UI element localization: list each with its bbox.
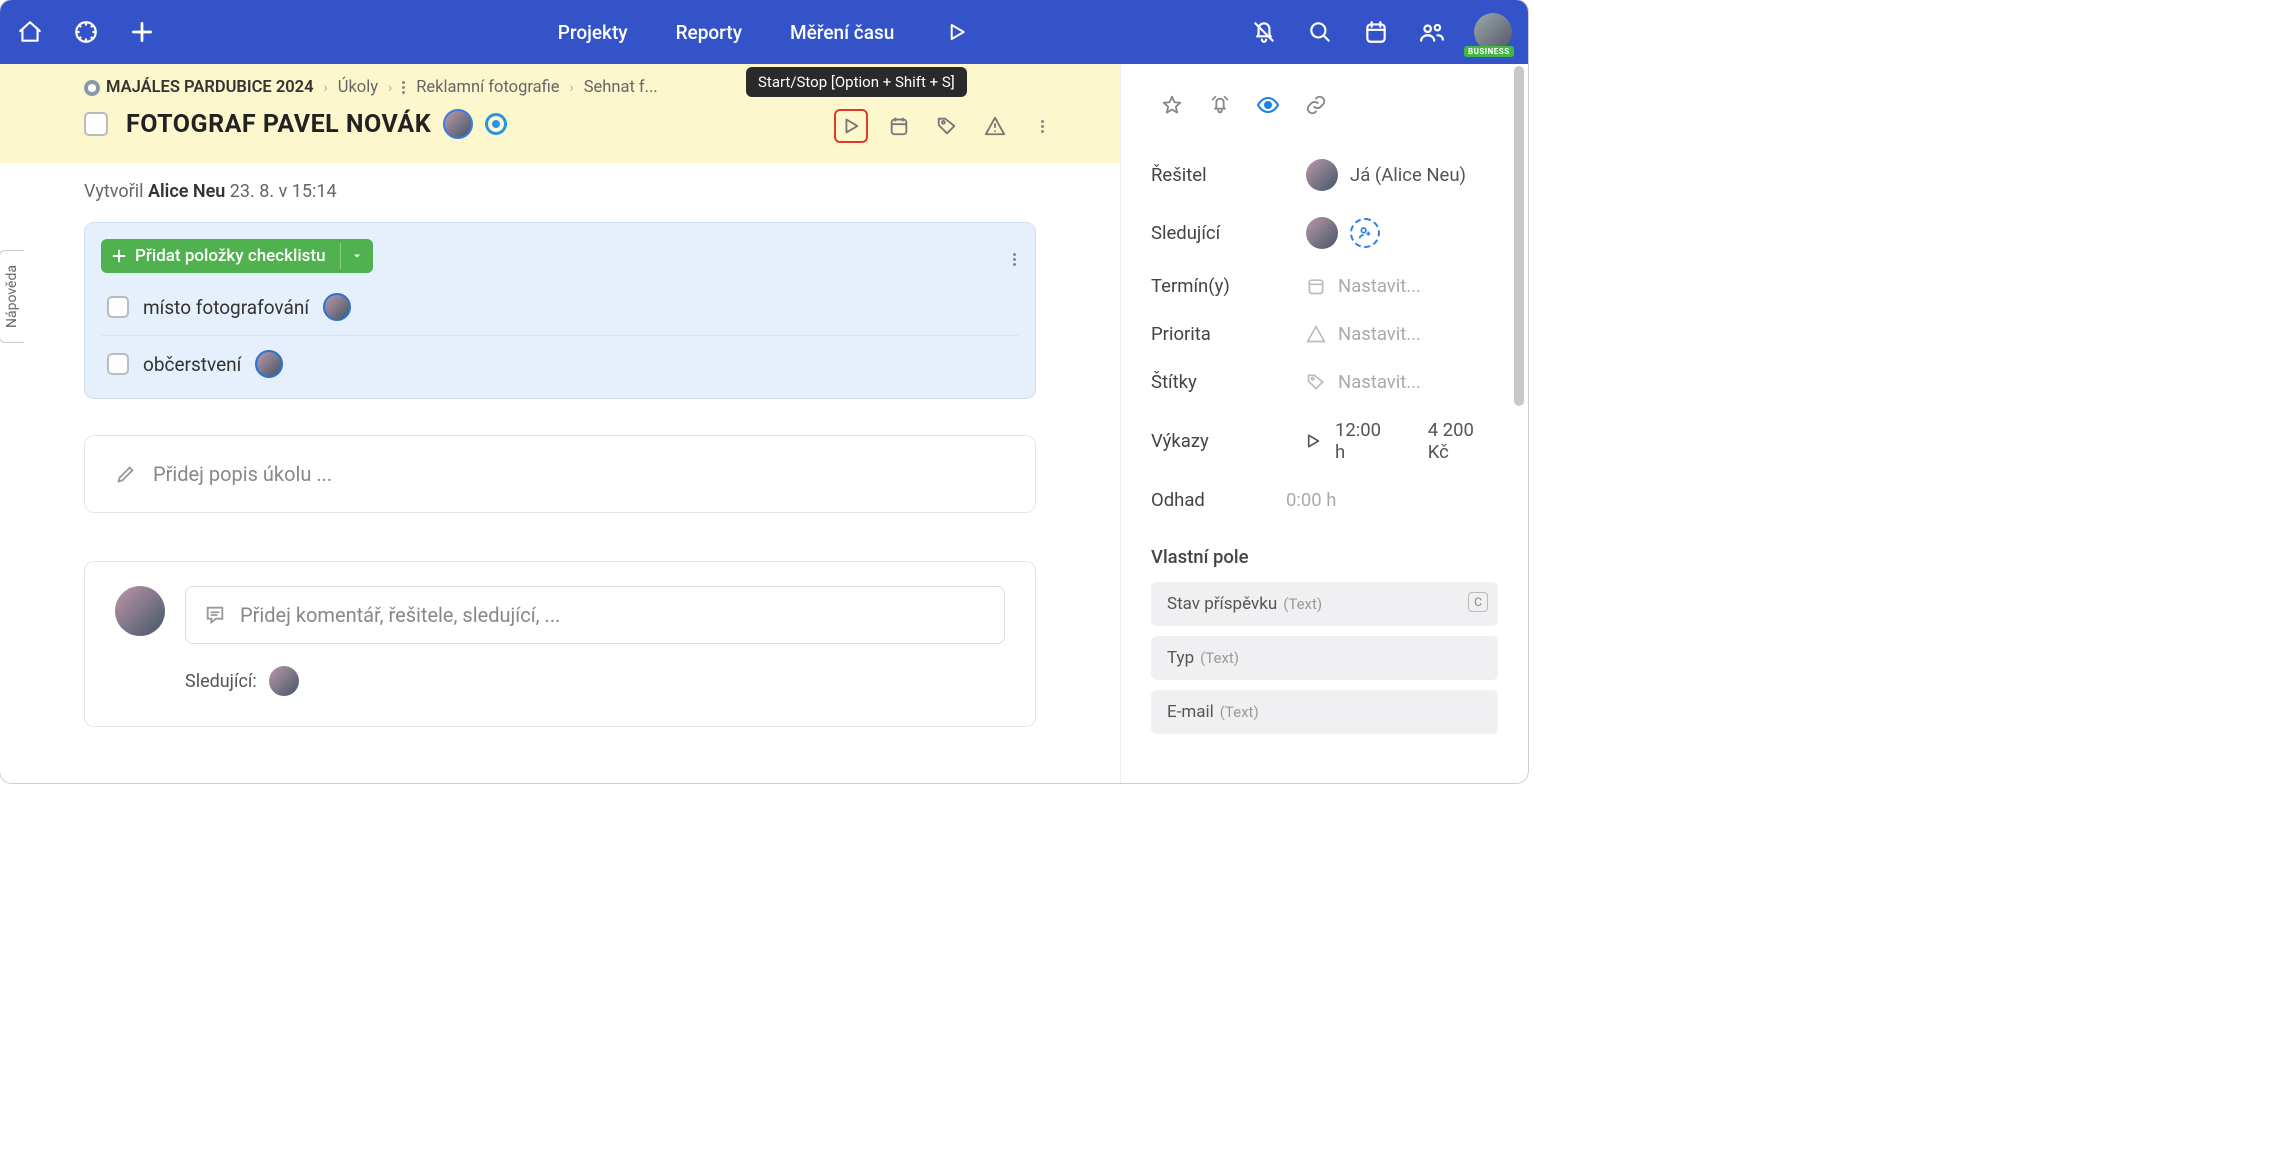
chevron-right-icon: › bbox=[388, 80, 392, 96]
reports-value[interactable]: 12:00 h 4 200 Kč bbox=[1303, 419, 1498, 463]
custom-fields-heading: Vlastní pole bbox=[1151, 546, 1498, 568]
estimate-value[interactable]: 0:00 h bbox=[1286, 489, 1336, 511]
notifications-icon[interactable] bbox=[1250, 18, 1278, 46]
link-icon[interactable] bbox=[1303, 92, 1329, 118]
comment-followers: Sledující: bbox=[185, 666, 1005, 696]
main-panel: MAJÁLES PARDUBICE 2024 › Úkoly › Reklamn… bbox=[0, 64, 1120, 783]
tag-icon bbox=[1306, 372, 1326, 392]
home-icon[interactable] bbox=[16, 18, 44, 46]
nav-projects[interactable]: Projekty bbox=[558, 21, 628, 44]
assignee-avatar[interactable] bbox=[443, 109, 473, 139]
tooltip: Start/Stop [Option + Shift + S] bbox=[746, 67, 967, 97]
dates-label: Termín(y) bbox=[1151, 275, 1306, 297]
tags-label: Štítky bbox=[1151, 371, 1306, 393]
comment-input[interactable]: Přidej komentář, řešitele, sledující, ..… bbox=[185, 586, 1005, 644]
priority-value[interactable]: Nastavit... bbox=[1306, 323, 1421, 345]
checklist-item-avatar[interactable] bbox=[323, 293, 351, 321]
add-checklist-button[interactable]: Přidat položky checklistu bbox=[101, 239, 373, 273]
avatar bbox=[1306, 159, 1338, 191]
settings-wheel-icon[interactable] bbox=[72, 18, 100, 46]
checklist-item-label: místo fotografování bbox=[143, 296, 309, 319]
comment-card: Přidej komentář, řešitele, sledující, ..… bbox=[84, 561, 1036, 727]
assignee-label: Řešitel bbox=[1151, 164, 1306, 186]
calendar-button[interactable] bbox=[882, 109, 916, 143]
custom-field[interactable]: Typ(Text) bbox=[1151, 636, 1498, 680]
custom-field[interactable]: E-mail(Text) bbox=[1151, 690, 1498, 734]
reports-label: Výkazy bbox=[1151, 430, 1303, 452]
nav-center: Projekty Reporty Měření času bbox=[558, 18, 971, 46]
star-icon[interactable] bbox=[1159, 92, 1185, 118]
status-dot-icon[interactable] bbox=[485, 113, 507, 135]
user-avatar bbox=[115, 586, 165, 636]
chevron-right-icon: › bbox=[324, 80, 328, 96]
custom-field[interactable]: Stav příspěvku(Text) C bbox=[1151, 582, 1498, 626]
side-panel: Řešitel Já (Alice Neu) Sledující Termín(… bbox=[1120, 64, 1528, 783]
checklist: Přidat položky checklistu místo fotograf… bbox=[84, 222, 1036, 399]
reminder-icon[interactable] bbox=[1207, 92, 1233, 118]
comment-icon bbox=[204, 604, 226, 626]
checklist-item[interactable]: občerstvení bbox=[101, 340, 1019, 388]
follower-avatar[interactable] bbox=[269, 666, 299, 696]
add-checklist-dropdown[interactable] bbox=[340, 243, 373, 269]
add-follower-button[interactable] bbox=[1350, 218, 1380, 248]
scrollbar[interactable] bbox=[1514, 66, 1526, 781]
followers-label: Sledující bbox=[1151, 222, 1306, 244]
add-icon[interactable] bbox=[128, 18, 156, 46]
checklist-item-avatar[interactable] bbox=[255, 350, 283, 378]
checklist-item-label: občerstvení bbox=[143, 353, 241, 376]
tags-value[interactable]: Nastavit... bbox=[1306, 371, 1421, 393]
priority-button[interactable] bbox=[978, 109, 1012, 143]
created-meta: Vytvořil Alice Neu 23. 8. v 15:14 bbox=[0, 163, 1120, 202]
assignee-value[interactable]: Já (Alice Neu) bbox=[1306, 159, 1466, 191]
nav-timetracking[interactable]: Měření času bbox=[790, 21, 894, 44]
description-input[interactable]: Přidej popis úkolu ... bbox=[84, 435, 1036, 513]
warning-icon bbox=[1306, 324, 1326, 344]
tag-button[interactable] bbox=[930, 109, 964, 143]
top-nav: Projekty Reporty Měření času BUSINESS bbox=[0, 0, 1528, 64]
breadcrumb-project[interactable]: MAJÁLES PARDUBICE 2024 bbox=[84, 78, 314, 97]
calendar-icon bbox=[1306, 276, 1326, 296]
people-icon[interactable] bbox=[1418, 18, 1446, 46]
task-header: MAJÁLES PARDUBICE 2024 › Úkoly › Reklamn… bbox=[0, 64, 1120, 163]
search-icon[interactable] bbox=[1306, 18, 1334, 46]
calendar-icon[interactable] bbox=[1362, 18, 1390, 46]
follower-avatar[interactable] bbox=[1306, 217, 1338, 249]
user-avatar[interactable]: BUSINESS bbox=[1474, 13, 1512, 51]
more-icon[interactable] bbox=[402, 81, 406, 94]
checklist-item-checkbox[interactable] bbox=[107, 353, 129, 375]
breadcrumb-tasks[interactable]: Úkoly bbox=[338, 78, 378, 97]
checklist-item[interactable]: místo fotografování bbox=[101, 283, 1019, 331]
chevron-right-icon: › bbox=[570, 80, 574, 96]
breadcrumb-parent[interactable]: Reklamní fotografie bbox=[416, 78, 559, 97]
nav-reports[interactable]: Reporty bbox=[676, 21, 742, 44]
checklist-more-button[interactable] bbox=[1013, 241, 1017, 266]
start-stop-button[interactable]: Start/Stop [Option + Shift + S] bbox=[834, 109, 868, 143]
help-tab[interactable]: Nápověda bbox=[0, 250, 24, 343]
play-icon bbox=[1303, 431, 1323, 451]
breadcrumb-current[interactable]: Sehnat f... bbox=[584, 78, 658, 97]
field-badge: C bbox=[1468, 592, 1488, 612]
play-icon[interactable] bbox=[942, 18, 970, 46]
watch-icon[interactable] bbox=[1255, 92, 1281, 118]
task-complete-checkbox[interactable] bbox=[84, 112, 108, 136]
plan-badge: BUSINESS bbox=[1464, 46, 1514, 57]
more-actions-button[interactable] bbox=[1026, 109, 1060, 143]
checklist-item-checkbox[interactable] bbox=[107, 296, 129, 318]
pencil-icon bbox=[115, 463, 137, 485]
dates-value[interactable]: Nastavit... bbox=[1306, 275, 1421, 297]
priority-label: Priorita bbox=[1151, 323, 1306, 345]
estimate-label: Odhad bbox=[1151, 489, 1306, 511]
task-title[interactable]: FOTOGRAF PAVEL NOVÁK bbox=[126, 110, 431, 139]
